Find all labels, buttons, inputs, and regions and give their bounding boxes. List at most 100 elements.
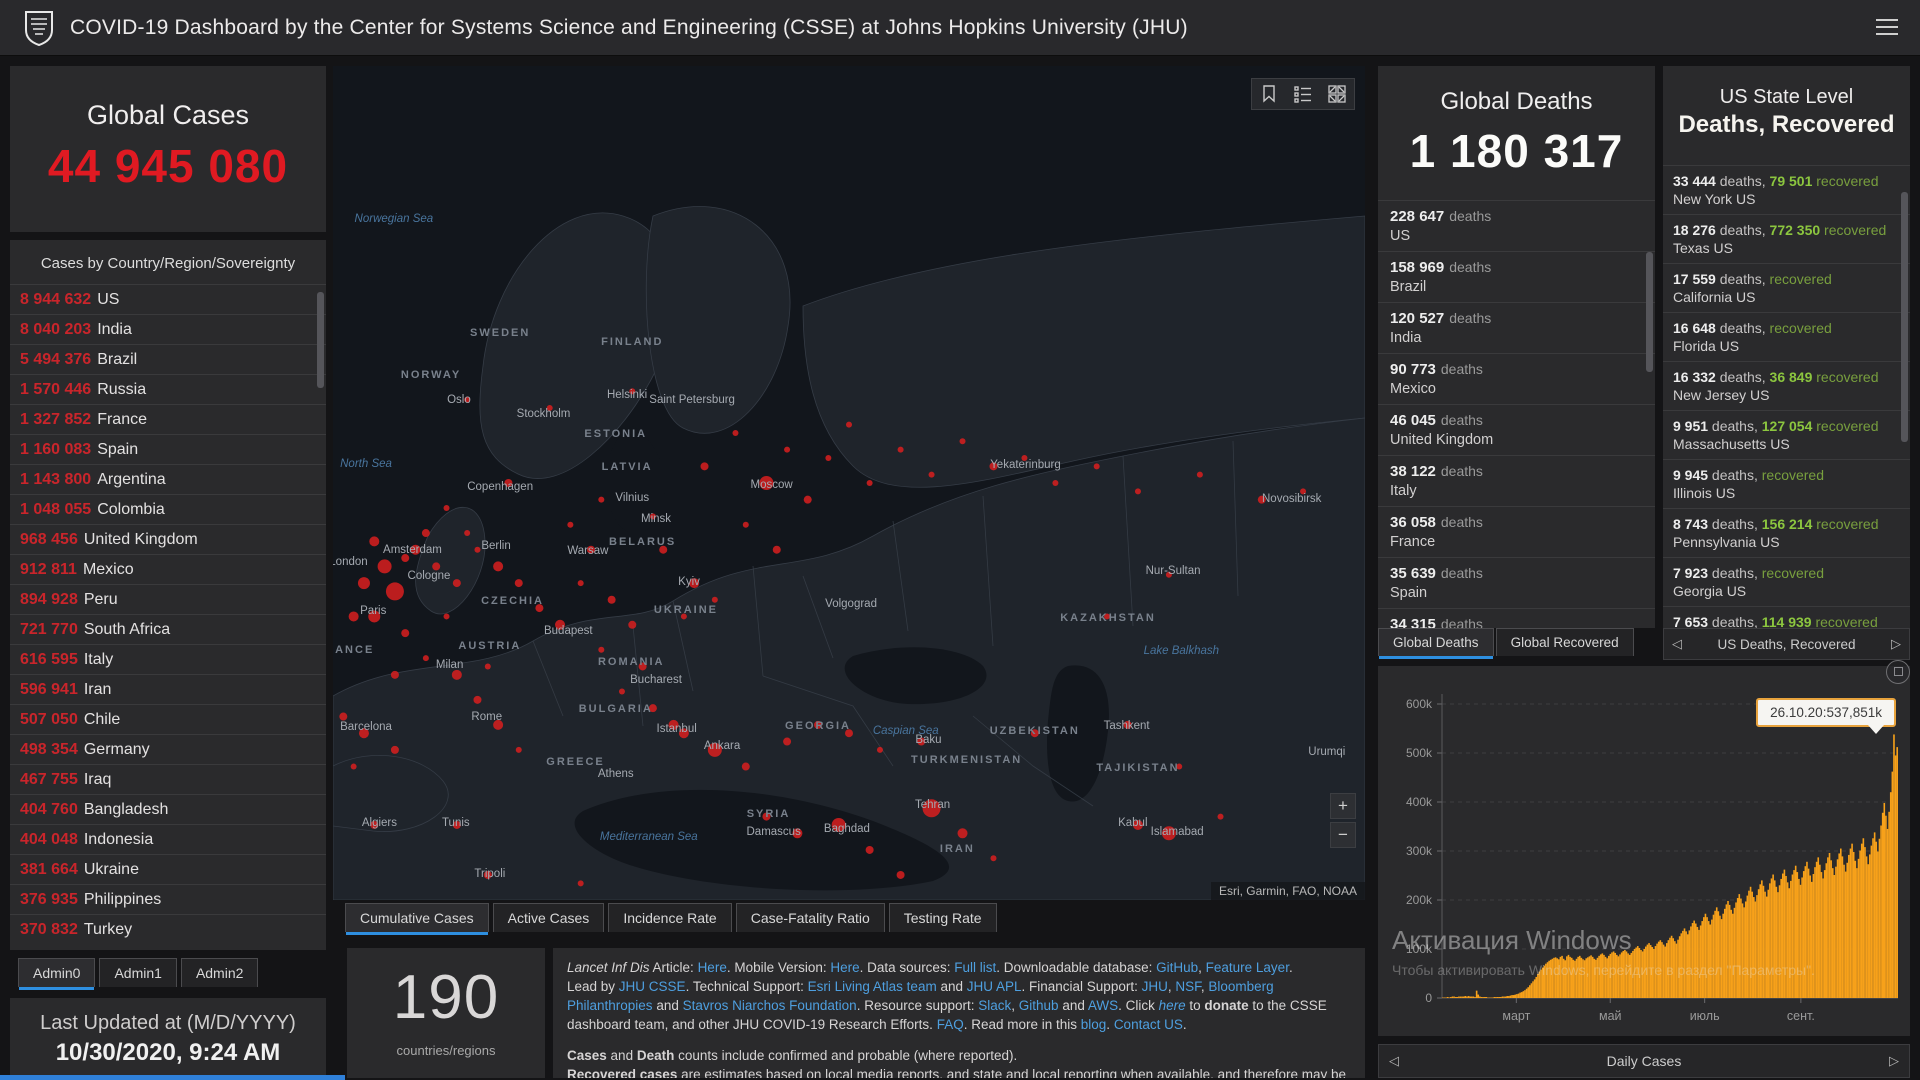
case-dot[interactable] [846, 422, 852, 428]
case-dot[interactable] [783, 738, 791, 746]
case-dot[interactable] [464, 530, 470, 536]
case-dot[interactable] [444, 613, 450, 619]
case-dot[interactable] [386, 582, 404, 600]
case-dot[interactable] [452, 670, 462, 680]
case-dot[interactable] [555, 620, 565, 630]
tab-admin2[interactable]: Admin2 [181, 958, 258, 987]
footer-link[interactable]: Contact US [1114, 1017, 1183, 1032]
case-dot[interactable] [958, 828, 968, 838]
chart-pager-prev-icon[interactable]: ◁ [1389, 1053, 1399, 1069]
country-row[interactable]: 498 354Germany [10, 734, 326, 764]
country-row[interactable]: 1 160 083Spain [10, 434, 326, 464]
footer-link[interactable]: JHU [1142, 979, 1168, 994]
case-dot[interactable] [1197, 472, 1203, 478]
country-row[interactable]: 8 040 203India [10, 314, 326, 344]
case-dot[interactable] [368, 610, 380, 622]
case-dot[interactable] [669, 720, 679, 730]
case-dot[interactable] [391, 746, 399, 754]
country-row[interactable]: 507 050Chile [10, 704, 326, 734]
case-dot[interactable] [773, 546, 781, 554]
case-dot[interactable] [814, 721, 822, 729]
country-row[interactable]: 1 048 055Colombia [10, 494, 326, 524]
footer-link[interactable]: GitHub [1156, 960, 1198, 975]
footer-link[interactable]: here [1159, 998, 1186, 1013]
case-dot[interactable] [370, 821, 378, 829]
country-row[interactable]: 616 595Italy [10, 644, 326, 674]
case-dot[interactable] [923, 799, 941, 817]
footer-link[interactable]: Stavros Niarchos Foundation [683, 998, 857, 1013]
case-dot[interactable] [743, 522, 749, 528]
country-row[interactable]: 894 928Peru [10, 584, 326, 614]
tab-global-deaths[interactable]: Global Deaths [1378, 628, 1494, 656]
case-dot[interactable] [898, 447, 904, 453]
case-dot[interactable] [929, 472, 935, 478]
us-state-list[interactable]: 33 444 deaths, 79 501 recoveredNew York … [1663, 165, 1910, 628]
case-dot[interactable] [401, 554, 409, 562]
case-dot[interactable] [679, 728, 689, 738]
case-dot[interactable] [391, 671, 399, 679]
us-state-row[interactable]: 33 444 deaths, 79 501 recoveredNew York … [1663, 165, 1910, 214]
country-row[interactable]: 467 755Iraq [10, 764, 326, 794]
us-state-row[interactable]: 17 559 deaths, recoveredCalifornia US [1663, 263, 1910, 312]
case-dot[interactable] [378, 559, 392, 573]
footer-link[interactable]: Slack [978, 998, 1011, 1013]
hamburger-menu-icon[interactable] [1876, 19, 1898, 35]
case-dot[interactable] [587, 546, 595, 554]
case-dot[interactable] [432, 562, 440, 570]
case-dot[interactable] [1133, 820, 1143, 830]
map-tab-cumulative-cases[interactable]: Cumulative Cases [345, 903, 489, 932]
case-dot[interactable] [484, 871, 492, 879]
case-dot[interactable] [567, 522, 573, 528]
case-dot[interactable] [792, 828, 802, 838]
death-row[interactable]: 36 058deathsFrance [1378, 506, 1655, 557]
footer-link[interactable]: Full list [954, 960, 996, 975]
case-dot[interactable] [422, 529, 430, 537]
legend-list-icon[interactable] [1294, 85, 1312, 103]
footer-link[interactable]: Github [1019, 998, 1059, 1013]
case-dot[interactable] [1094, 463, 1100, 469]
us-state-row[interactable]: 8 743 deaths, 156 214 recoveredPennsylva… [1663, 508, 1910, 557]
footer-link[interactable]: FAQ [937, 1017, 964, 1032]
us-state-row[interactable]: 7 653 deaths, 114 939 recoveredMichigan … [1663, 606, 1910, 628]
case-dot[interactable] [493, 561, 503, 571]
case-dot[interactable] [535, 604, 543, 612]
footer-link[interactable]: NSF [1175, 979, 1201, 994]
case-dot[interactable] [1124, 721, 1132, 729]
footer-link[interactable]: Feature Layer [1206, 960, 1289, 975]
case-dot[interactable] [1300, 488, 1306, 494]
case-dot[interactable] [1218, 814, 1224, 820]
global-deaths-list[interactable]: 228 647deathsUS158 969deathsBrazil120 52… [1378, 200, 1655, 628]
us-list-scrollbar[interactable] [1901, 192, 1908, 442]
country-list-scrollbar[interactable] [317, 292, 324, 388]
case-dot[interactable] [759, 476, 773, 490]
case-dot[interactable] [369, 536, 379, 546]
case-dot[interactable] [608, 596, 616, 604]
tab-global-recovered[interactable]: Global Recovered [1496, 628, 1634, 656]
case-dot[interactable] [732, 430, 738, 436]
case-dot[interactable] [339, 713, 347, 721]
country-row[interactable]: 1 570 446Russia [10, 374, 326, 404]
footer-link[interactable]: JHU CSSE [619, 979, 686, 994]
case-dot[interactable] [619, 689, 625, 695]
death-row[interactable]: 120 527deathsIndia [1378, 302, 1655, 353]
case-dot[interactable] [598, 497, 604, 503]
map-tab-case-fatality-ratio[interactable]: Case-Fatality Ratio [736, 903, 885, 932]
case-dot[interactable] [649, 704, 657, 712]
case-dot[interactable] [401, 629, 409, 637]
case-dot[interactable] [712, 597, 718, 603]
deaths-list-scrollbar[interactable] [1646, 252, 1653, 372]
map-tab-active-cases[interactable]: Active Cases [493, 903, 605, 932]
death-row[interactable]: 228 647deathsUS [1378, 200, 1655, 251]
case-dot[interactable] [1162, 826, 1176, 840]
case-dot[interactable] [650, 513, 656, 519]
widget-toggle-button[interactable] [1886, 660, 1910, 684]
country-row[interactable]: 381 664Ukraine [10, 854, 326, 884]
case-dot[interactable] [708, 743, 722, 757]
us-pager-prev-icon[interactable]: ◁ [1672, 636, 1682, 652]
horizontal-scrollbar-thumb[interactable] [0, 1075, 345, 1080]
tab-admin0[interactable]: Admin0 [18, 958, 95, 987]
country-row[interactable]: 912 811Mexico [10, 554, 326, 584]
us-state-row[interactable]: 9 951 deaths, 127 054 recoveredMassachus… [1663, 410, 1910, 459]
case-dot[interactable] [358, 577, 370, 589]
case-dot[interactable] [349, 611, 359, 621]
